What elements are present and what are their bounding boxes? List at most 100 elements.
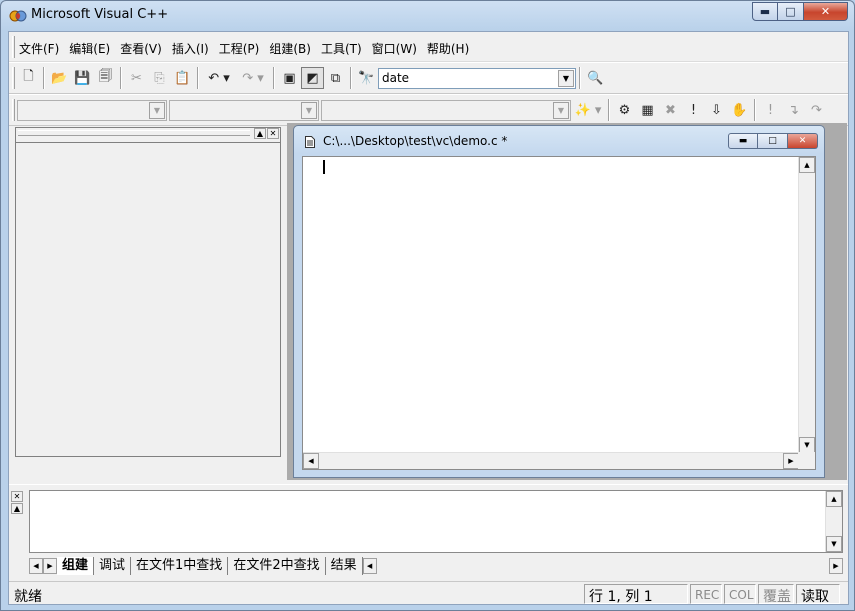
members-combo-dropdown[interactable]: ▼ xyxy=(553,101,569,119)
find-combo-dropdown[interactable]: ▼ xyxy=(558,69,574,87)
status-col: COL xyxy=(724,584,756,604)
filter-combo-dropdown[interactable]: ▼ xyxy=(301,101,317,119)
tabs-hscroll-left-button[interactable]: ◀ xyxy=(362,558,377,574)
window-list-button[interactable]: ⧉ xyxy=(324,67,347,89)
cut-button[interactable]: ✂ xyxy=(125,67,148,89)
new-file-button[interactable]: 🗋 xyxy=(17,67,40,89)
toolbar-grip[interactable] xyxy=(12,67,15,89)
copy-button[interactable]: ⎘ xyxy=(148,67,171,89)
status-bar: 就绪 行 1, 列 1 REC COL 覆盖 读取 xyxy=(9,581,848,605)
triangle-up-icon: ▲ xyxy=(256,129,264,138)
scroll-up-button[interactable]: ▲ xyxy=(826,491,842,507)
find-combo[interactable]: date ▼ xyxy=(378,67,576,89)
tab-scroll-left-button[interactable]: ◀ xyxy=(29,558,43,574)
doc-maximize-button[interactable]: □ xyxy=(758,133,788,149)
undo-button[interactable]: ↶ ▾ xyxy=(202,67,236,89)
menu-bar: 文件(F) 编辑(E) 查看(V) 插入(I) 工程(P) 组建(B) 工具(T… xyxy=(9,32,848,62)
menu-insert[interactable]: 插入(I) xyxy=(172,40,209,57)
class-combo[interactable]: ▼ xyxy=(17,99,167,121)
menu-build[interactable]: 组建(B) xyxy=(269,40,311,57)
output-toggle-button[interactable]: ◩ xyxy=(301,67,324,89)
triangle-right-icon: ▶ xyxy=(833,562,839,570)
scroll-down-button[interactable]: ▼ xyxy=(799,437,815,453)
class-combo-dropdown[interactable]: ▼ xyxy=(149,101,165,119)
workspace-header[interactable]: ▲ ✕ xyxy=(16,128,280,140)
tabs-hscroll-right-button[interactable]: ▶ xyxy=(829,558,843,574)
wizard-action-button[interactable]: ✨ ▾ xyxy=(571,99,605,121)
tab-find-in-files-1[interactable]: 在文件1中查找 xyxy=(131,557,229,575)
standard-toolbar: 🗋 📂 💾 🗐 ✂ ⎘ 📋 ↶ ▾ ↷ ▾ ▣ ◩ ⧉ 🔭 date ▼ 🔍 xyxy=(9,62,848,94)
doc-minimize-button[interactable]: ▬ xyxy=(728,133,758,149)
toolbar-separator xyxy=(754,99,756,121)
tab-debug[interactable]: 调试 xyxy=(94,557,132,575)
toolbar-separator xyxy=(273,67,275,89)
menu-project[interactable]: 工程(P) xyxy=(219,40,260,57)
document-title: C:\...\Desktop\test\vc\demo.c * xyxy=(323,134,508,148)
menu-help[interactable]: 帮助(H) xyxy=(427,40,469,57)
menu-view[interactable]: 查看(V) xyxy=(120,40,162,57)
toolbar-grip[interactable] xyxy=(12,99,15,121)
redo-button[interactable]: ↷ ▾ xyxy=(236,67,270,89)
workspace-toggle-button[interactable]: ▣ xyxy=(278,67,301,89)
filter-combo[interactable]: ▼ xyxy=(169,99,319,121)
window-title: Microsoft Visual C++ xyxy=(31,7,169,22)
triangle-down-icon: ▼ xyxy=(804,441,810,449)
members-combo[interactable]: ▼ xyxy=(321,99,571,121)
tab-build[interactable]: 组建 xyxy=(57,557,95,575)
maximize-button[interactable]: □ xyxy=(778,2,804,21)
scroll-left-button[interactable]: ◀ xyxy=(303,453,319,469)
editor-horizontal-scrollbar[interactable]: ◀ ▶ xyxy=(303,452,799,469)
output-vertical-scrollbar[interactable]: ▲ ▼ xyxy=(825,491,842,552)
main-window: Microsoft Visual C++ ▬ □ ✕ 文件(F) 编辑(E) 查… xyxy=(0,0,855,611)
execute-button[interactable]: ! xyxy=(682,99,705,121)
breakpoint-button[interactable]: ✋ xyxy=(728,99,751,121)
menubar-grip[interactable] xyxy=(12,36,15,58)
tabs-hscroll-track[interactable] xyxy=(376,558,829,574)
menu-edit[interactable]: 编辑(E) xyxy=(69,40,110,57)
open-button[interactable]: 📂 xyxy=(48,67,71,89)
tab-scroll-right-button[interactable]: ▶ xyxy=(43,558,57,574)
paste-button[interactable]: 📋 xyxy=(171,67,194,89)
tab-results[interactable]: 结果 xyxy=(326,557,363,575)
code-editor[interactable]: ▲ ▼ ◀ ▶ xyxy=(302,156,816,470)
scroll-down-button[interactable]: ▼ xyxy=(826,536,842,552)
save-all-button[interactable]: 🗐 xyxy=(94,67,117,89)
go-button[interactable]: ⇩ xyxy=(705,99,728,121)
workspace-maximize-button[interactable]: ▲ xyxy=(254,128,266,139)
menu-window[interactable]: 窗口(W) xyxy=(372,40,417,57)
workspace-close-button[interactable]: ✕ xyxy=(267,128,279,139)
output-close-button[interactable]: ✕ xyxy=(11,491,23,502)
title-bar[interactable]: Microsoft Visual C++ ▬ □ ✕ xyxy=(1,1,854,31)
minimize-button[interactable]: ▬ xyxy=(752,2,778,21)
find-in-files-button[interactable]: 🔭 xyxy=(355,67,378,89)
scroll-right-button[interactable]: ▶ xyxy=(783,453,799,469)
step-over-button[interactable]: ↷ xyxy=(805,99,828,121)
save-all-icon: 🗐 xyxy=(99,69,112,84)
binoculars-icon: 🔍 xyxy=(587,70,604,86)
stop-build-button[interactable]: ✖ xyxy=(659,99,682,121)
debug-execute-button[interactable]: ! xyxy=(759,99,782,121)
output-text-area[interactable]: ▲ ▼ xyxy=(29,490,843,553)
triangle-right-icon: ▶ xyxy=(47,562,53,570)
magic-wand-icon: ✨ ▾ xyxy=(574,102,602,118)
open-folder-icon: 📂 xyxy=(51,70,68,86)
save-button[interactable]: 💾 xyxy=(71,67,94,89)
workspace-grip[interactable] xyxy=(18,130,250,136)
tab-find-in-files-2[interactable]: 在文件2中查找 xyxy=(228,557,326,575)
workspace-tree[interactable] xyxy=(16,142,280,456)
window-list-icon: ⧉ xyxy=(330,70,341,86)
step-into-button[interactable]: ↴ xyxy=(782,99,805,121)
close-button[interactable]: ✕ xyxy=(804,2,848,21)
menu-file[interactable]: 文件(F) xyxy=(19,40,59,57)
scroll-up-button[interactable]: ▲ xyxy=(799,157,815,173)
doc-close-button[interactable]: ✕ xyxy=(788,133,818,149)
find-button[interactable]: 🔍 xyxy=(584,67,607,89)
workspace-pane: ▲ ✕ xyxy=(15,127,281,457)
editor-vertical-scrollbar[interactable]: ▲ ▼ xyxy=(798,157,815,453)
build-icon: ▦ xyxy=(641,102,654,118)
size-grip[interactable] xyxy=(798,452,815,469)
build-button[interactable]: ▦ xyxy=(636,99,659,121)
compile-button[interactable]: ⚙ xyxy=(613,99,636,121)
menu-tools[interactable]: 工具(T) xyxy=(321,40,362,57)
output-maximize-button[interactable]: ▲ xyxy=(11,503,23,514)
